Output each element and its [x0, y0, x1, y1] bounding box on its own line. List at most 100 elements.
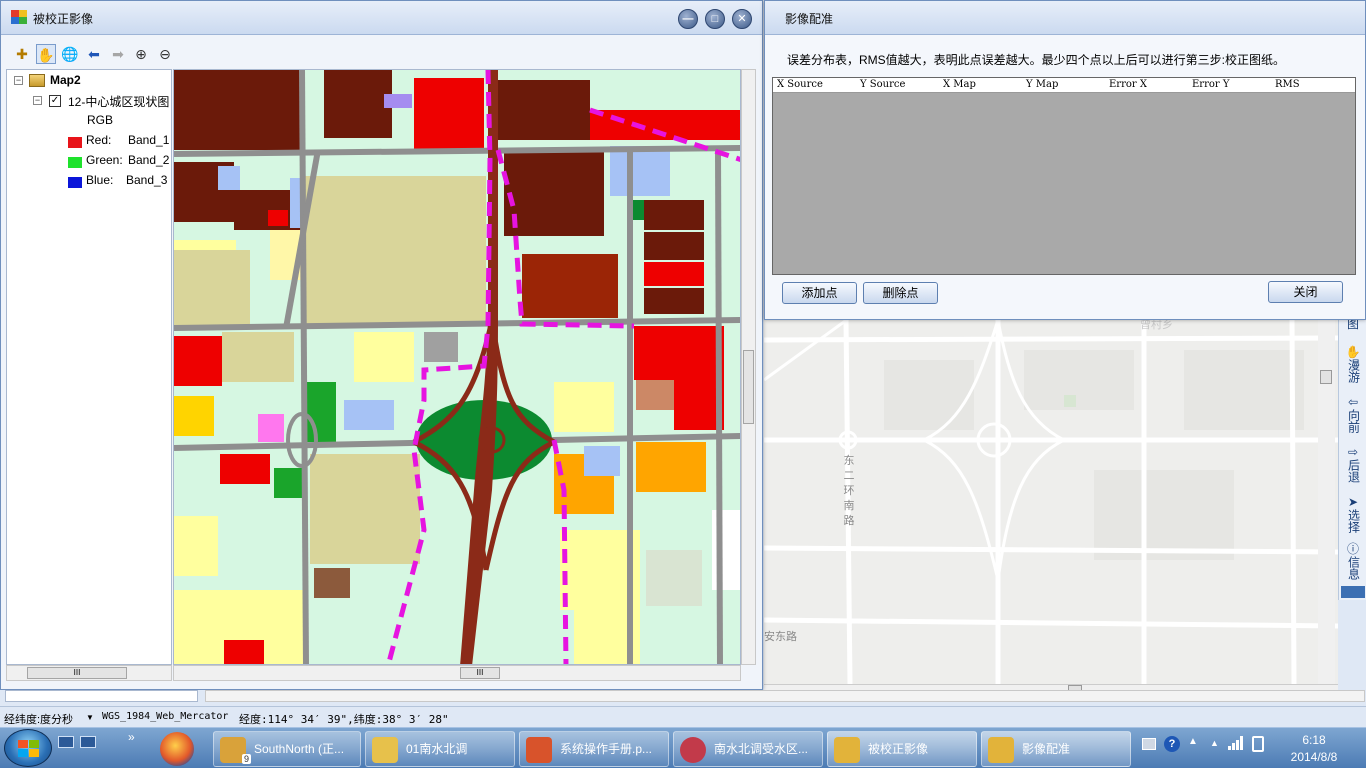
add-data-icon[interactable]: ✚: [12, 44, 32, 64]
road-label-horizontal: 安东路: [764, 631, 797, 643]
taskbar-item-browser[interactable]: 南水北调受水区...: [673, 731, 823, 767]
scroll-thumb[interactable]: [743, 350, 754, 424]
base-map-vertical-scrollbar[interactable]: [1318, 320, 1335, 684]
map-vertical-scrollbar[interactable]: [741, 69, 756, 665]
show-hidden-icons[interactable]: ▲: [1210, 738, 1219, 748]
select-icon: ➤: [1347, 495, 1359, 509]
clock-date[interactable]: 2014/8/8: [1274, 750, 1354, 764]
signal-icon[interactable]: [1228, 736, 1244, 750]
green-band-label: Band_2: [128, 153, 170, 167]
delete-point-button[interactable]: 删除点: [863, 282, 938, 304]
scroll-thumb[interactable]: III: [27, 667, 127, 679]
info-tool-label: 信息: [1346, 556, 1361, 580]
taskbar-item-powerpoint[interactable]: 系统操作手册.p...: [519, 731, 669, 767]
zoom-out-icon[interactable]: ⊖: [155, 44, 175, 64]
column-header[interactable]: X Map: [943, 79, 976, 90]
work-area-footer: [0, 690, 1366, 706]
coordinate-unit-dropdown[interactable]: 经纬度:度分秒: [4, 711, 73, 727]
quick-launch-icon[interactable]: [80, 736, 96, 748]
land-use-raster: [174, 70, 740, 664]
status-bar: 经纬度:度分秒 ▼ WGS_1984_Web_Mercator 经度:114° …: [0, 706, 1366, 727]
select-tool[interactable]: ➤ 选择: [1342, 495, 1364, 534]
taskbar-item-label: 影像配准: [1022, 742, 1071, 756]
forward-tool-label: 向前: [1346, 409, 1361, 433]
corrected-image-window: 被校正影像 — □ ✕ ✚ ✋ 🌐 ⬅ ➡ ⊕ ⊖ − Map2 − ✓ 12-…: [0, 0, 763, 690]
pan-tool-label: 漫游: [1346, 359, 1361, 383]
cursor-coordinates: 经度:114° 34′ 39",纬度:38° 3′ 28": [239, 713, 449, 726]
scroll-thumb[interactable]: [1320, 370, 1332, 384]
map-view[interactable]: [173, 69, 741, 665]
back-tool[interactable]: ⇨ 后退: [1342, 446, 1364, 484]
strip-collapse-button[interactable]: [1341, 586, 1365, 598]
zoom-in-icon[interactable]: ⊕: [131, 44, 151, 64]
pan-tool[interactable]: ✋ 漫游: [1342, 346, 1364, 384]
app-icon: [834, 737, 860, 763]
info-icon: ⓘ: [1346, 542, 1359, 556]
table-of-contents: − Map2 − ✓ 12-中心城区现状图 RGB Red: Band_1 Gr…: [6, 69, 172, 665]
window-titlebar[interactable]: 被校正影像 — □ ✕: [1, 1, 762, 35]
dialog-titlebar[interactable]: 影像配准: [765, 1, 1365, 35]
select-tool-label: 选择: [1346, 509, 1361, 533]
column-header[interactable]: RMS: [1275, 79, 1300, 90]
clock-time[interactable]: 6:18: [1274, 733, 1354, 747]
chevron-down-icon[interactable]: ▼: [86, 713, 94, 722]
pan-icon[interactable]: ✋: [36, 44, 56, 64]
back-arrow-icon[interactable]: ⬅: [84, 44, 104, 64]
show-desktop-icon[interactable]: [58, 736, 74, 748]
taskbar-item-label: 01南水北调: [406, 742, 468, 756]
start-button[interactable]: [4, 729, 52, 767]
base-map[interactable]: 曾村乡 东二环南路 安东路: [764, 320, 1338, 684]
error-table[interactable]: X Source Y Source X Map Y Map Error X Er…: [772, 77, 1356, 275]
map-name[interactable]: Map2: [50, 73, 81, 87]
toc-footer-field: [5, 690, 198, 702]
red-band-label: Band_1: [128, 133, 170, 147]
dialog-instruction: 误差分布表，RMS值越大，表明此点误差越大。最少四个点以上后可以进行第三步:校正…: [787, 53, 1286, 67]
column-header[interactable]: Error Y: [1192, 79, 1229, 90]
blue-band-label: Band_3: [126, 173, 168, 187]
minimize-button[interactable]: —: [678, 9, 698, 29]
forward-arrow-icon[interactable]: ➡: [108, 44, 128, 64]
taskbar-item-southnorth[interactable]: 9 SouthNorth (正...: [213, 731, 361, 767]
rgb-label: RGB: [87, 113, 114, 127]
add-point-button[interactable]: 添加点: [782, 282, 857, 304]
dialog-title: 影像配准: [785, 12, 834, 26]
keyboard-icon[interactable]: [1142, 738, 1156, 750]
back-tool-label: 后退: [1346, 459, 1361, 483]
help-icon[interactable]: ?: [1164, 736, 1180, 752]
scroll-thumb[interactable]: III: [460, 667, 500, 679]
column-header[interactable]: Y Map: [1026, 79, 1058, 90]
taskbar-item-label: 系统操作手册.p...: [560, 742, 653, 756]
layer-visibility-checkbox[interactable]: ✓: [49, 95, 61, 107]
app-icon: [11, 10, 27, 24]
window-count-badge: 9: [242, 754, 252, 764]
column-header[interactable]: Y Source: [860, 79, 905, 90]
close-dialog-button[interactable]: 关闭: [1268, 281, 1343, 303]
toc-horizontal-scrollbar[interactable]: III: [6, 665, 172, 681]
expand-toggle[interactable]: −: [14, 76, 23, 85]
app-icon: [680, 737, 706, 763]
taskbar-item-registration[interactable]: 影像配准: [981, 731, 1131, 767]
quick-launch-overflow[interactable]: »: [128, 730, 135, 744]
layer-expand-toggle[interactable]: −: [33, 96, 42, 105]
tray-overflow-icon[interactable]: ▲: [1188, 736, 1198, 747]
red-channel-label: Red:: [86, 133, 112, 147]
blue-swatch: [68, 177, 82, 188]
maximize-button[interactable]: □: [705, 9, 725, 29]
green-channel-label: Green:: [86, 153, 123, 167]
battery-icon[interactable]: [1252, 736, 1264, 752]
forward-tool[interactable]: ⇦ 向前: [1342, 396, 1364, 434]
windows-logo-icon: [18, 740, 28, 748]
firefox-icon[interactable]: [160, 732, 194, 766]
info-tool[interactable]: ⓘ 信息: [1342, 542, 1364, 581]
window-title: 被校正影像: [33, 12, 94, 26]
taskbar-item-corrected-image[interactable]: 被校正影像: [827, 731, 977, 767]
column-header[interactable]: Error X: [1109, 79, 1147, 90]
main-horizontal-scrollbar[interactable]: [205, 690, 1365, 702]
map-horizontal-scrollbar[interactable]: III: [173, 665, 741, 681]
close-button[interactable]: ✕: [732, 9, 752, 29]
full-extent-icon[interactable]: 🌐: [60, 44, 80, 64]
layer-name[interactable]: 12-中心城区现状图: [68, 93, 169, 110]
column-header[interactable]: X Source: [777, 79, 823, 90]
taskbar-item-folder[interactable]: 01南水北调: [365, 731, 515, 767]
road-label-vertical: 东二环南路: [843, 455, 855, 527]
